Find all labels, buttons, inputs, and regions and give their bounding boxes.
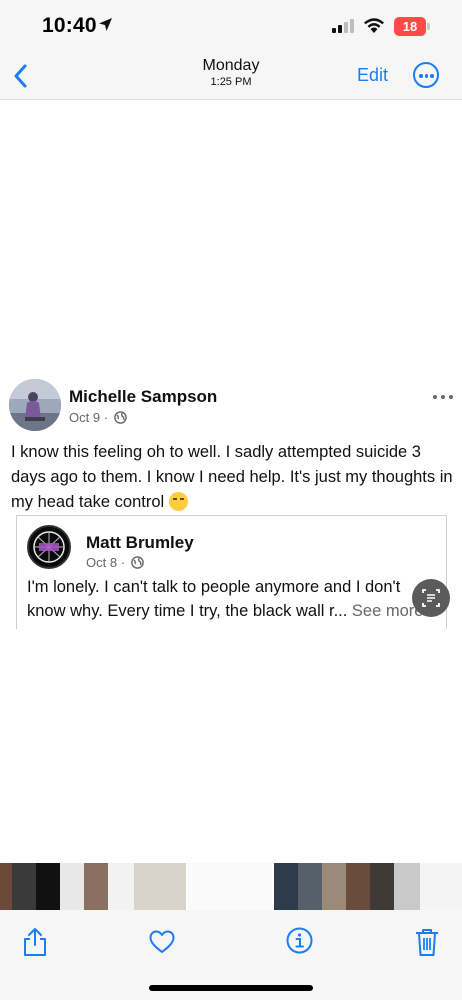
trash-icon[interactable]	[414, 927, 440, 957]
home-indicator[interactable]	[149, 985, 313, 991]
thumbnail[interactable]	[84, 863, 108, 910]
thumbnail-strip[interactable]	[0, 863, 462, 910]
more-options-icon[interactable]	[413, 62, 439, 88]
globe-icon	[113, 411, 127, 424]
info-icon[interactable]	[286, 927, 313, 954]
shared-text-line-1: I'm lonely. I can't talk to people anymo…	[27, 578, 401, 596]
shared-author[interactable]: Matt Brumley	[86, 533, 194, 553]
globe-icon	[130, 556, 144, 569]
post-body: I know this feeling oh to well. I sadly …	[11, 443, 453, 511]
shared-text-line-2-body: know why. Every time I try, the black wa…	[27, 602, 348, 620]
wifi-icon	[364, 18, 384, 33]
status-bar: 10:40 18	[0, 0, 462, 52]
battery-cap	[427, 23, 430, 30]
nav-bar: Monday 1:25 PM Edit	[0, 52, 462, 100]
photo-time: 1:25 PM	[210, 76, 252, 88]
shared-text: I'm lonely. I can't talk to people anymo…	[27, 575, 446, 623]
post-date: Oct 9	[69, 410, 101, 425]
thumbnail[interactable]	[322, 863, 346, 910]
live-text-icon[interactable]	[412, 579, 450, 617]
thumbnail[interactable]	[108, 863, 134, 910]
post-meta: Oct 9 ·	[69, 410, 127, 425]
nav-title: Monday 1:25 PM	[0, 57, 462, 88]
post-author[interactable]: Michelle Sampson	[69, 387, 217, 407]
location-arrow-icon	[99, 18, 112, 31]
thumbnail[interactable]	[346, 863, 370, 910]
avatar[interactable]	[9, 379, 61, 431]
shared-separator: ·	[120, 555, 126, 570]
thumbnail[interactable]	[12, 863, 36, 910]
battery-icon: 18	[394, 17, 426, 36]
post-text: I know this feeling oh to well. I sadly …	[11, 440, 457, 515]
status-time: 10:40	[42, 14, 97, 37]
edit-button[interactable]: Edit	[357, 65, 388, 86]
thumbnail[interactable]	[60, 863, 84, 910]
crying-face-emoji	[168, 492, 188, 511]
post-options-icon[interactable]	[433, 393, 455, 401]
thumbnail[interactable]	[0, 863, 12, 910]
meta-separator: ·	[103, 410, 109, 425]
thumbnail[interactable]	[36, 863, 60, 910]
thumbnail[interactable]	[370, 863, 394, 910]
thumbnail[interactable]	[394, 863, 420, 910]
share-icon[interactable]	[22, 927, 48, 957]
thumbnail[interactable]	[186, 863, 274, 910]
shared-date: Oct 8	[86, 555, 118, 570]
thumbnail[interactable]	[274, 863, 298, 910]
shared-meta: Oct 8 ·	[86, 555, 144, 570]
shared-post-card[interactable]: Matt Brumley Oct 8 · I'm lonely. I can't…	[16, 515, 447, 629]
photo-day: Monday	[202, 57, 260, 74]
shared-avatar[interactable]	[27, 525, 71, 569]
heart-icon[interactable]	[149, 930, 175, 954]
thumbnail[interactable]	[134, 863, 186, 910]
signal-icon	[332, 19, 354, 33]
thumbnail[interactable]	[420, 863, 462, 910]
shared-text-line-2: know why. Every time I try, the black wa…	[27, 599, 446, 623]
thumbnail[interactable]	[298, 863, 322, 910]
